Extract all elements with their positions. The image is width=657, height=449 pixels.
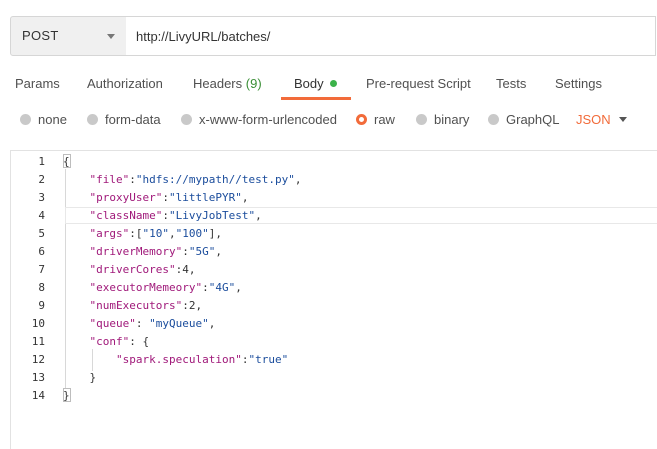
code-line: "spark.speculation":"true"	[115, 353, 289, 366]
radio-none[interactable]: none	[20, 112, 67, 127]
code-line: "proxyUser":"littlePYR",	[89, 191, 249, 204]
radio-circle-icon	[181, 114, 192, 125]
active-dot-icon	[329, 80, 337, 87]
radio-binary[interactable]: binary	[416, 112, 469, 127]
code-line: "conf": {	[89, 335, 150, 348]
request-bar: POST http://LivyURL/batches/	[10, 16, 657, 56]
body-type-options: none form-data x-www-form-urlencoded raw…	[0, 110, 657, 132]
line-number: 11	[31, 335, 45, 348]
radio-label: GraphQL	[506, 112, 560, 127]
radio-circle-icon	[488, 114, 499, 125]
code-line: "executorMemeory":"4G",	[89, 281, 242, 294]
radio-selected-icon	[356, 114, 367, 125]
line-number: 5	[38, 227, 45, 240]
line-number: 14	[31, 389, 45, 402]
line-number: 1	[38, 155, 45, 168]
tab-label: Headers	[193, 76, 243, 91]
tab-headers[interactable]: Headers (9)	[193, 76, 262, 91]
code-line: "args":["10","100"],	[89, 227, 223, 240]
radio-label: none	[38, 112, 67, 127]
line-number: 4	[38, 209, 45, 222]
tab-label: Params	[15, 76, 60, 91]
chevron-down-icon	[107, 34, 115, 39]
line-number: 7	[38, 263, 45, 276]
tab-label: Settings	[555, 76, 602, 91]
radio-graphql[interactable]: GraphQL	[488, 112, 559, 127]
code-line: "driverMemory":"5G",	[89, 245, 222, 258]
radio-label: x-www-form-urlencoded	[199, 112, 337, 127]
code-line: "file":"hdfs://mypath//test.py",	[89, 173, 302, 186]
code-line: "className":"LivyJobTest",	[89, 209, 262, 222]
line-number: 2	[38, 173, 45, 186]
method-label: POST	[22, 28, 59, 43]
tab-tests[interactable]: Tests	[496, 76, 526, 91]
tab-pre-request-script[interactable]: Pre-request Script	[366, 76, 471, 91]
radio-circle-icon	[416, 114, 427, 125]
tab-settings[interactable]: Settings	[555, 76, 602, 91]
tab-body[interactable]: Body	[294, 76, 337, 91]
method-select[interactable]: POST	[10, 16, 128, 56]
chevron-down-icon[interactable]	[619, 117, 627, 122]
radio-circle-icon	[20, 114, 31, 125]
line-number: 12	[31, 353, 45, 366]
tab-authorization[interactable]: Authorization	[87, 76, 163, 91]
format-select[interactable]: JSON	[576, 112, 611, 127]
tab-label: Tests	[496, 76, 527, 91]
line-number: 10	[31, 317, 45, 330]
tab-label: Body	[294, 76, 324, 91]
line-number: 13	[31, 371, 45, 384]
line-number: 9	[38, 299, 45, 312]
code-line: {	[63, 155, 70, 168]
url-input[interactable]: http://LivyURL/batches/	[126, 16, 656, 56]
tab-label: Authorization	[87, 76, 163, 91]
line-number-gutter: 1 2 3 4 5 6 7 8 9 10 11 12 13 14	[11, 151, 55, 449]
radio-label: form-data	[105, 112, 161, 127]
line-number: 3	[38, 191, 45, 204]
code-line: }	[63, 389, 70, 402]
code-line: }	[63, 371, 97, 384]
line-number: 6	[38, 245, 45, 258]
code-editor[interactable]: 1 2 3 4 5 6 7 8 9 10 11 12 13 14 { "file…	[10, 150, 657, 449]
tab-label: Pre-request Script	[366, 76, 471, 91]
line-number: 8	[38, 281, 45, 294]
radio-label: binary	[434, 112, 470, 127]
tab-params[interactable]: Params	[15, 76, 60, 91]
code-line: "queue": "myQueue",	[89, 317, 216, 330]
code-line: "driverCores":4,	[89, 263, 196, 276]
radio-circle-icon	[87, 114, 98, 125]
headers-count-badge: (9)	[245, 76, 262, 91]
active-tab-underline	[281, 97, 351, 100]
url-text: http://LivyURL/batches/	[136, 29, 271, 44]
radio-raw[interactable]: raw	[356, 112, 395, 127]
radio-x-www-form-urlencoded[interactable]: x-www-form-urlencoded	[181, 112, 337, 127]
radio-form-data[interactable]: form-data	[87, 112, 161, 127]
radio-label: raw	[374, 112, 395, 127]
code-line: "numExecutors":2,	[89, 299, 203, 312]
